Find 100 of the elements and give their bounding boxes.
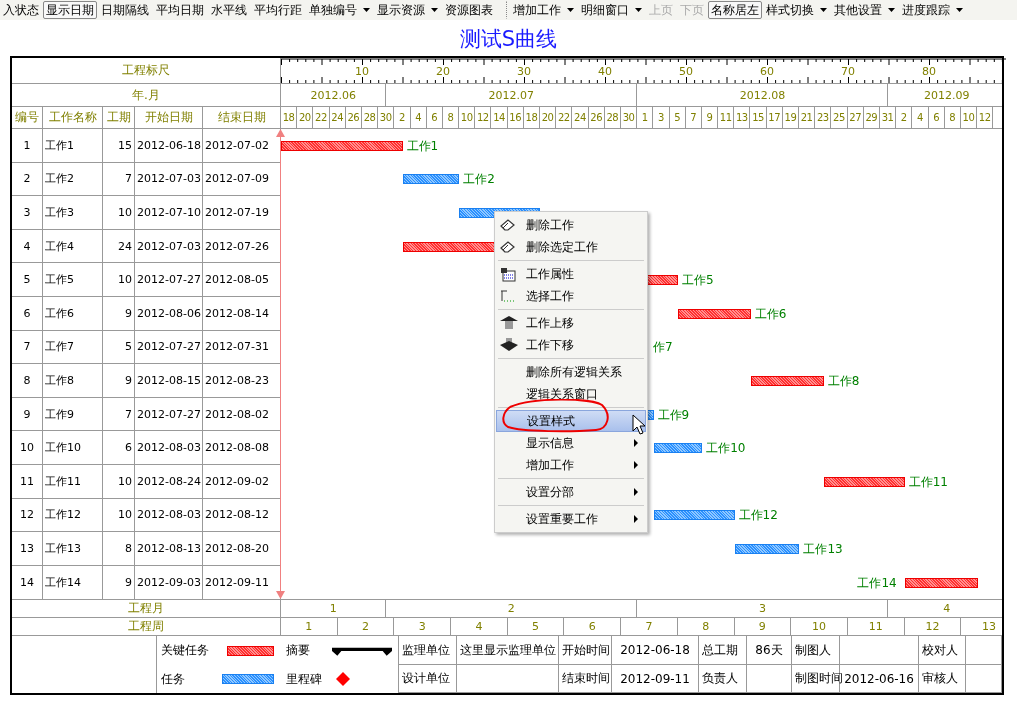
table-cell: 1 [12,129,43,162]
month-number-cell: 2 [386,600,638,617]
info-label: 设计单位 [399,665,457,693]
table-cell: 2012-07-27 [135,330,203,364]
table-cell: 工作6 [43,296,103,330]
bar-label: 工作13 [803,541,843,557]
day-cell: 4 [912,107,929,128]
table-cell: 9 [103,565,135,600]
day-cell: 10 [960,107,978,128]
table-cell: 12 [12,498,43,532]
table-cell: 工作7 [43,330,103,364]
table-cell: 工作12 [43,498,103,532]
table-cell: 工作1 [43,129,103,162]
info-label: 审核人 [919,665,966,693]
month-number-cell: 1 [281,600,387,617]
day-cell: 18 [523,107,540,128]
table-cell: 5 [103,330,135,364]
table-cell: 7 [103,397,135,431]
table-cell: 10 [12,431,43,464]
table-cell: 8 [103,532,135,565]
week-number-cell: 13 [961,618,1002,635]
info-value: 2012-09-11 [612,665,699,693]
day-cell: 16 [507,107,524,128]
day-cell: 25 [831,107,848,128]
row-heading: 工程周 [12,618,281,635]
info-value: 2012-06-18 [612,636,699,665]
info-label: 监理单位 [399,636,457,665]
table-cell: 2 [12,162,43,196]
table-cell: 2012-07-10 [135,196,203,229]
bar-label: 工作5 [681,272,714,289]
week-number-cell: 7 [621,618,678,635]
table-cell: 2012-07-27 [135,263,203,296]
day-cell: 23 [815,107,832,128]
table-cell: 7 [12,330,43,364]
chart-title: 测试S曲线 [458,26,559,53]
bar-label: 工作9 [657,406,690,423]
table-cell: 3 [12,196,43,229]
column-header: 工作名称 [43,107,103,128]
day-cell: 4 [410,107,427,128]
info-label: 制图人 [792,636,840,665]
day-cell: 5 [669,107,686,128]
ruler-label: 50 [679,65,693,78]
table-cell: 10 [103,263,135,296]
day-cell: 28 [361,107,379,128]
table-cell: 工作14 [43,565,103,600]
table-cell: 工作11 [43,464,103,498]
day-cell: 15 [750,107,767,128]
bar-label: 工作1 [406,137,439,154]
table-cell: 8 [12,364,43,397]
info-label: 负责人 [699,665,747,693]
month-number-cell: 4 [888,600,1002,617]
table-cell: 24 [103,229,135,263]
table-cell: 10 [103,498,135,532]
ruler-heading: 工程标尺 [12,58,281,83]
week-number-cell: 11 [847,618,905,635]
day-cell: 27 [847,107,864,128]
table-cell: 工作10 [43,431,103,464]
info-label: 制图时间 [792,665,840,693]
table-cell: 15 [103,129,135,162]
day-cell: 8 [442,107,460,128]
day-cell: 17 [766,107,783,128]
week-number-cell: 3 [394,618,452,635]
table-cell: 2012-06-18 [135,129,203,162]
day-cell: 1 [637,107,654,128]
legend-label: 摘要 [286,642,310,659]
info-value: 这里显示监理单位 [457,636,559,665]
week-number-cell: 8 [677,618,735,635]
ruler-label: 30 [517,65,531,78]
bar-label: 工作2 [463,171,495,188]
legend-label: 里程碑 [286,670,322,688]
day-cell: 19 [782,107,799,128]
column-header: 开始日期 [135,107,203,128]
column-header: 工期 [103,107,135,128]
ruler-label: 80 [922,65,936,78]
table-cell: 2012-08-15 [135,364,203,397]
column-header: 编号 [12,107,43,128]
month-cell: 2012.09 [888,84,1002,106]
table-cell: 9 [103,364,135,397]
day-cell: 30 [378,107,395,128]
table-cell: 6 [12,296,43,330]
table-cell: 10 [103,196,135,229]
table-cell: 7 [103,162,135,196]
table-cell: 9 [12,397,43,431]
row-heading: 工程月 [12,600,281,617]
day-cell: 12 [475,107,492,128]
month-cell: 2012.07 [386,84,638,106]
week-number-cell: 10 [791,618,848,635]
table-cell: 4 [12,229,43,263]
bar-label: 工作8 [827,373,860,389]
table-cell: 2012-08-03 [135,431,203,464]
info-label: 校对人 [919,636,966,665]
ruler-label: 40 [598,65,612,78]
week-number-cell: 2 [337,618,395,635]
info-label: 开始时间 [559,636,612,665]
week-number-cell: 12 [904,618,962,635]
day-cell: 29 [863,107,880,128]
table-cell: 2012-08-03 [135,498,203,532]
day-cell: 6 [928,107,945,128]
legend-label: 关键任务 [161,642,209,659]
table-cell: 工作5 [43,263,103,296]
